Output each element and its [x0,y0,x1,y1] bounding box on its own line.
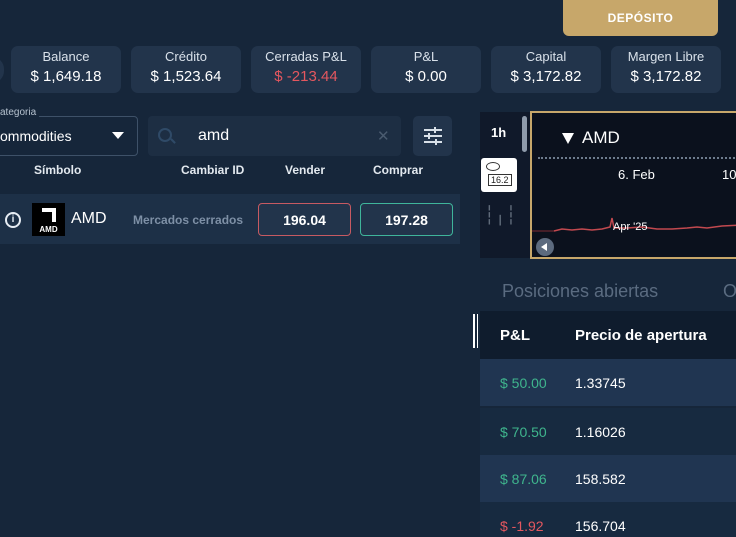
buy-button[interactable]: 197.28 [360,203,453,236]
tab-orders[interactable]: O [723,281,736,302]
column-header-symbol: Símbolo [34,163,82,177]
category-value: ommodities [0,128,72,144]
panel-resizer[interactable] [473,314,475,348]
filter-settings-button[interactable] [413,116,452,156]
stat-balance-label: Balance [42,49,90,64]
position-open-price: 1.33745 [575,375,626,391]
position-pl: $ 70.50 [500,424,547,440]
position-pl: $ 50.00 [500,375,547,391]
position-pl: $ 87.06 [500,471,547,487]
chart-date-label: 10 [722,167,736,182]
search-input[interactable] [148,116,401,156]
stat-free-margin: Margen Libre $ 3,172.82 [611,46,721,93]
amd-logo: AMD [32,203,65,236]
column-header-sell: Vender [285,163,326,177]
stat-free-margin-value: $ 3,172.82 [630,68,702,85]
indicator-visibility-button[interactable]: 16.2 [481,158,517,192]
stat-credit-value: $ 1,523.64 [150,68,222,85]
positions-header-pl: P&L [500,327,530,344]
table-row[interactable]: $ 50.00 1.33745 [480,359,736,406]
triangle-down-icon [562,133,574,144]
table-row[interactable]: $ 70.50 1.16026 [480,408,736,455]
chart-date-label: 6. Feb [618,167,655,182]
stat-pl: P&L $ 0.00 [371,46,481,93]
table-row[interactable]: $ 87.06 158.582 [480,455,736,502]
positions-header-open-price: Precio de apertura [575,327,707,344]
stat-credit-label: Crédito [165,49,207,64]
column-header-change-id: Cambiar ID [181,163,245,177]
category-label: ategoria [0,107,40,118]
toolbar-scrollbar[interactable] [522,116,527,152]
position-open-price: 158.582 [575,471,626,487]
candlestick-icon[interactable]: ┆╷┆ [484,205,517,226]
clear-icon[interactable]: ✕ [377,127,390,145]
market-status: Mercados cerrados [133,213,244,227]
search-icon [158,128,172,142]
chart-dotted-line [538,157,736,159]
stat-capital: Capital $ 3,172.82 [491,46,601,93]
amd-logo-text: AMD [39,225,58,234]
deposit-button[interactable]: DEPÓSITO [563,0,718,36]
panel-resizer-line [477,314,478,348]
price-chart[interactable]: AMD 6. Feb 10 Apr '25 [530,111,736,259]
stat-closed-pl: Cerradas P&L $ -213.44 [251,46,361,93]
stat-free-margin-label: Margen Libre [627,49,705,64]
search-value[interactable]: amd [198,127,229,145]
sell-button[interactable]: 196.04 [258,203,351,236]
table-row[interactable]: $ -1.92 156.704 [480,502,736,537]
column-header-buy: Comprar [373,163,424,177]
position-open-price: 1.16026 [575,424,626,440]
tab-open-positions[interactable]: Posiciones abiertas [502,281,658,302]
indicator-value: 16.2 [488,174,512,186]
stat-credit: Crédito $ 1,523.64 [131,46,241,93]
chart-scroll-back-button[interactable] [536,238,554,256]
stat-capital-value: $ 3,172.82 [510,68,582,85]
chart-symbol: AMD [582,128,620,147]
timeframe-button[interactable]: 1h [491,125,506,140]
stat-balance: Balance $ 1,649.18 [11,46,121,93]
stat-pl-label: P&L [413,49,439,64]
chart-range-label: Apr '25 [613,221,648,233]
scroll-left-handle[interactable] [0,57,4,83]
eye-icon [486,162,500,171]
stat-closed-pl-value: $ -213.44 [274,68,338,85]
stat-capital-label: Capital [525,49,567,64]
stat-closed-pl-label: Cerradas P&L [265,49,347,64]
stat-pl-value: $ 0.00 [405,68,447,85]
position-open-price: 156.704 [575,518,626,534]
position-pl: $ -1.92 [500,518,544,534]
info-icon[interactable]: i [5,212,21,228]
chevron-down-icon[interactable] [112,132,124,139]
symbol-name: AMD [71,210,107,227]
stat-balance-value: $ 1,649.18 [30,68,102,85]
